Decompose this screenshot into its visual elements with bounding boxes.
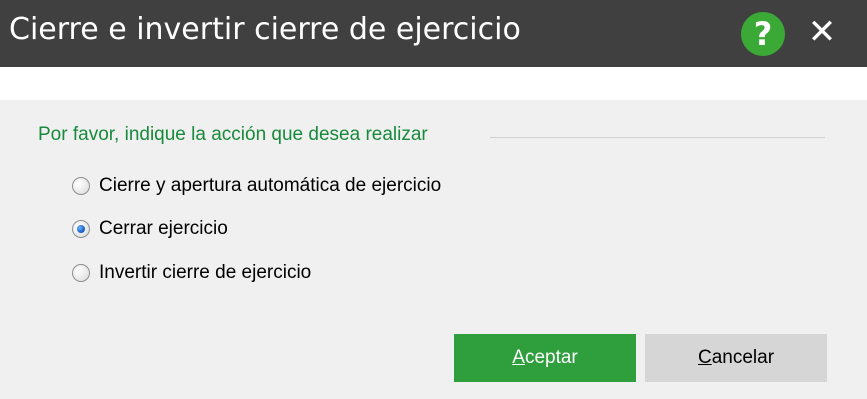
close-icon[interactable]: ✕	[806, 14, 838, 50]
dialog-content: Por favor, indique la acción que desea r…	[0, 100, 867, 399]
radio-button[interactable]	[72, 177, 90, 195]
radio-button-selected[interactable]	[72, 220, 90, 238]
radio-button[interactable]	[72, 264, 90, 282]
option-cierre-apertura[interactable]: Cierre y apertura automática de ejercici…	[72, 173, 441, 199]
group-label: Por favor, indique la acción que desea r…	[38, 124, 434, 146]
title-bar: Cierre e invertir cierre de ejercicio ? …	[0, 0, 867, 67]
help-icon[interactable]: ?	[741, 12, 785, 56]
cancel-mnemonic: C	[697, 347, 712, 368]
option-label: Invertir cierre de ejercicio	[99, 262, 312, 283]
accept-button[interactable]: Aceptar	[454, 334, 636, 382]
group-divider	[490, 137, 825, 138]
accept-mnemonic: A	[512, 347, 525, 368]
option-cerrar-ejercicio[interactable]: Cerrar ejercicio	[72, 216, 228, 242]
option-label: Cierre y apertura automática de ejercici…	[99, 175, 442, 196]
window-title: Cierre e invertir cierre de ejercicio	[9, 12, 521, 47]
cancel-label-rest: ancelar	[711, 347, 775, 368]
option-label: Cerrar ejercicio	[99, 218, 228, 239]
cancel-button[interactable]: Cancelar	[645, 334, 827, 382]
accept-label-rest: ceptar	[524, 347, 578, 368]
option-invertir-cierre[interactable]: Invertir cierre de ejercicio	[72, 260, 311, 286]
